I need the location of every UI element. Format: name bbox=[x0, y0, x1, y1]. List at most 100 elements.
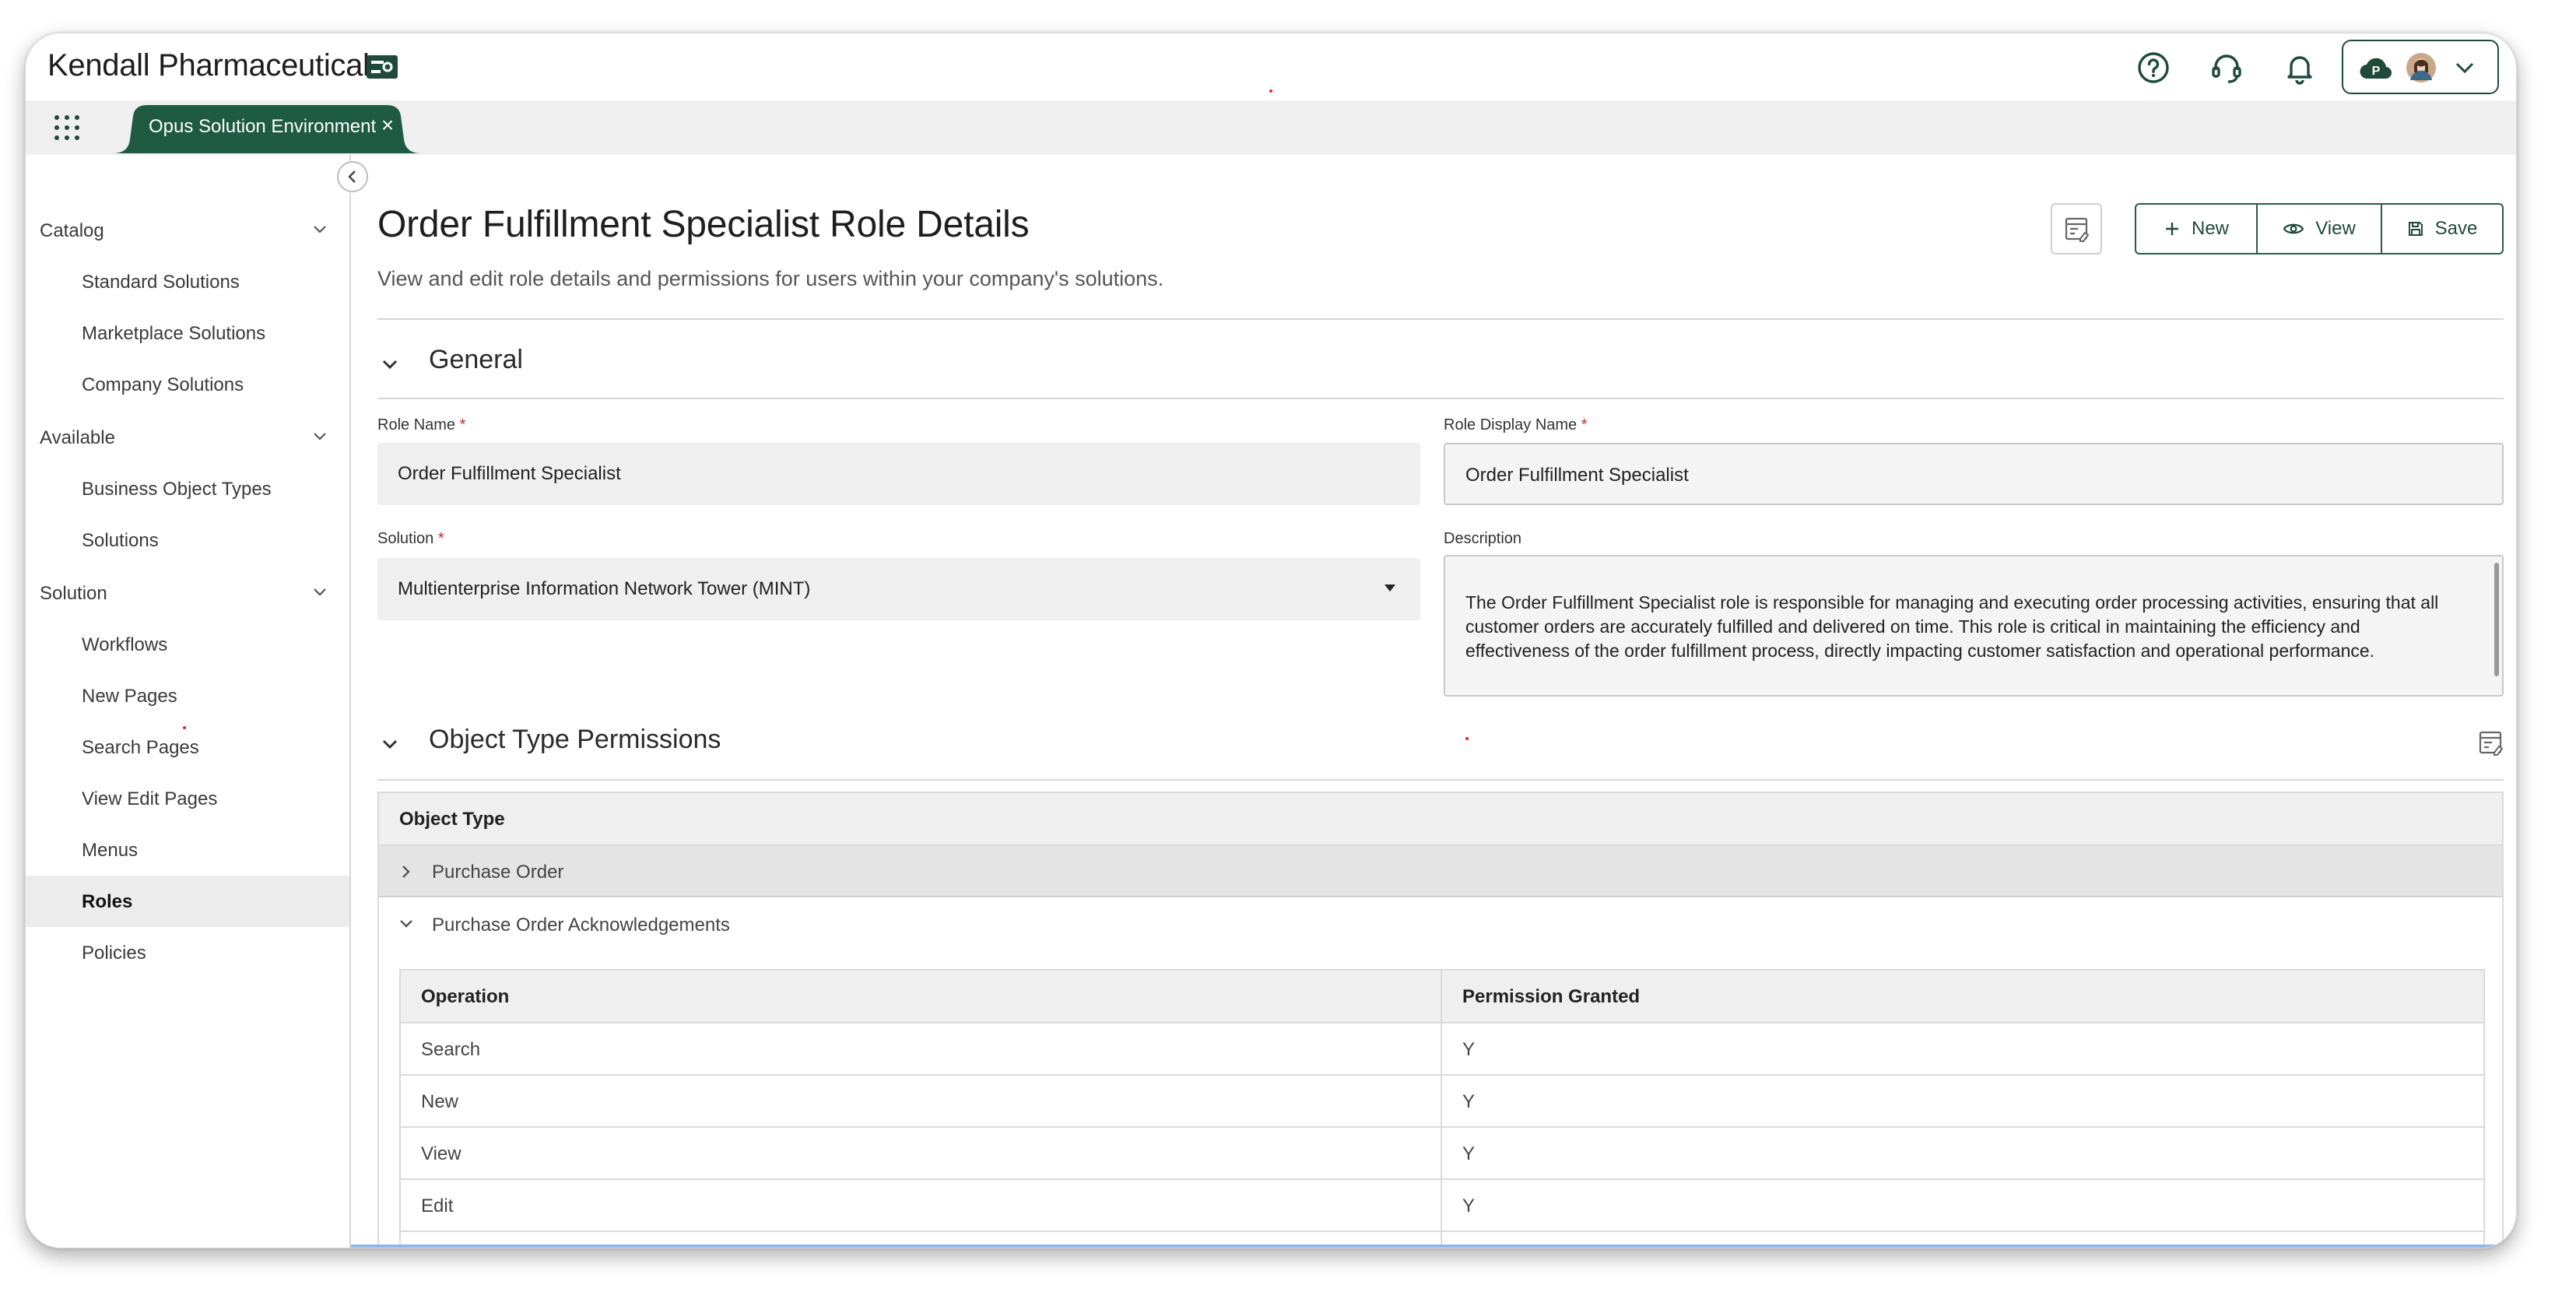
object-type-row-purchase-order[interactable]: Purchase Order bbox=[379, 846, 2502, 897]
layout-icon bbox=[2065, 217, 2090, 242]
table-header-row: Operation Permission Granted bbox=[401, 971, 2483, 1023]
sidebar-item-company-solutions[interactable]: Company Solutions bbox=[26, 359, 349, 410]
sidebar-item-label: Solutions bbox=[82, 530, 159, 551]
section-general-toggle[interactable]: General bbox=[377, 345, 689, 379]
tab-opus-solution-environment[interactable]: Opus Solution Environment × bbox=[113, 105, 421, 153]
brand-logo-icon bbox=[367, 55, 398, 79]
chevron-down-icon[interactable] bbox=[311, 583, 329, 602]
sidebar-collapse-button[interactable] bbox=[337, 161, 368, 192]
description-field[interactable]: The Order Fulfillment Specialist role is… bbox=[1444, 555, 2504, 697]
permission-cell: Y bbox=[1462, 1091, 1476, 1112]
app-window: Kendall Pharmaceuticals P Opus Solution … bbox=[25, 33, 2517, 1248]
column-header-permission-granted: Permission Granted bbox=[1462, 986, 1641, 1007]
role-name-label: Role Name * bbox=[377, 416, 466, 434]
column-header: Object Type bbox=[399, 809, 505, 830]
table-row[interactable]: Search Y bbox=[401, 1023, 2483, 1076]
operation-cell: Search bbox=[401, 1023, 1442, 1074]
chevron-down-icon bbox=[382, 739, 398, 750]
sidebar-item-marketplace-solutions[interactable]: Marketplace Solutions bbox=[26, 307, 349, 359]
sidebar-item-label: Roles bbox=[82, 891, 133, 912]
object-type-header: Object Type bbox=[379, 793, 2502, 846]
chevron-down-icon[interactable] bbox=[311, 220, 329, 239]
role-display-name-field[interactable]: Order Fulfillment Specialist bbox=[1444, 443, 2504, 505]
layout-icon[interactable] bbox=[2476, 728, 2507, 759]
view-button-label: View bbox=[2315, 218, 2356, 239]
object-type-label: Purchase Order Acknowledgements bbox=[432, 915, 730, 936]
chevron-down-icon bbox=[382, 360, 398, 370]
plus-icon bbox=[2165, 223, 2178, 235]
sidebar-item-label: Workflows bbox=[82, 634, 168, 655]
solution-select[interactable]: Multienterprise Information Network Towe… bbox=[377, 558, 1420, 620]
help-circle-icon[interactable] bbox=[2135, 49, 2172, 86]
sidebar-item-solutions[interactable]: Solutions bbox=[26, 514, 349, 566]
scrollbar[interactable] bbox=[2494, 563, 2499, 676]
caret-down-icon bbox=[1385, 585, 1395, 592]
indicator-dot bbox=[183, 726, 186, 729]
object-type-label: Purchase Order bbox=[432, 862, 564, 883]
bell-icon[interactable] bbox=[2281, 49, 2318, 86]
save-icon bbox=[2408, 222, 2423, 236]
sidebar-group-catalog[interactable]: Catalog bbox=[40, 220, 104, 242]
sidebar-item-standard-solutions[interactable]: Standard Solutions bbox=[26, 256, 349, 307]
app-launcher-icon[interactable] bbox=[52, 113, 82, 142]
headset-icon[interactable] bbox=[2208, 49, 2245, 86]
sidebar-item-label: Company Solutions bbox=[82, 374, 244, 395]
sidebar-item-search-pages[interactable]: Search Pages bbox=[26, 721, 349, 773]
object-type-table: Object Type Purchase Order Purchase Orde… bbox=[377, 792, 2504, 1248]
sidebar-item-business-object-types[interactable]: Business Object Types bbox=[26, 463, 349, 514]
sidebar: Catalog Standard Solutions Marketplace S… bbox=[26, 155, 351, 1248]
indicator-dot bbox=[1465, 737, 1469, 740]
new-button[interactable]: New bbox=[2136, 205, 2256, 253]
user-menu-button[interactable]: P bbox=[2342, 40, 2499, 94]
divider bbox=[377, 398, 2504, 399]
sidebar-group-solution[interactable]: Solution bbox=[40, 583, 107, 605]
solution-label: Solution * bbox=[377, 530, 444, 547]
section-permissions-toggle[interactable]: Object Type Permissions bbox=[377, 725, 922, 759]
sidebar-item-label: View Edit Pages bbox=[82, 788, 218, 809]
operation-cell: View bbox=[401, 1128, 1442, 1178]
bottom-edge bbox=[351, 1245, 2516, 1248]
sidebar-item-workflows[interactable]: Workflows bbox=[26, 619, 349, 670]
divider bbox=[377, 779, 2504, 781]
description-text: The Order Fulfillment Specialist role is… bbox=[1465, 592, 2439, 661]
sidebar-group-available[interactable]: Available bbox=[40, 427, 115, 449]
table-row[interactable]: View Y bbox=[401, 1128, 2483, 1180]
table-row[interactable]: New Y bbox=[401, 1076, 2483, 1128]
sidebar-item-roles[interactable]: Roles bbox=[26, 876, 349, 927]
tab-close-icon[interactable]: × bbox=[377, 113, 398, 138]
save-button-label: Save bbox=[2434, 218, 2478, 239]
role-name-field[interactable]: Order Fulfillment Specialist bbox=[377, 443, 1420, 505]
object-type-row-purchase-order-acknowledgements[interactable]: Purchase Order Acknowledgements bbox=[379, 899, 2502, 950]
sidebar-item-label: Search Pages bbox=[82, 737, 199, 758]
sidebar-item-policies[interactable]: Policies bbox=[26, 927, 349, 978]
permission-cell: Y bbox=[1462, 1143, 1476, 1164]
permission-cell: Y bbox=[1462, 1039, 1476, 1060]
tab-label: Opus Solution Environment bbox=[149, 116, 377, 137]
table-row[interactable]: Edit Y bbox=[401, 1180, 2483, 1232]
chevron-down-icon[interactable] bbox=[311, 427, 329, 446]
chevron-down-icon bbox=[400, 920, 412, 928]
main-content: Order Fulfillment Specialist Role Detail… bbox=[351, 155, 2516, 1248]
chevron-down-icon bbox=[2455, 62, 2474, 74]
role-display-name-label: Role Display Name * bbox=[1444, 416, 1588, 434]
sidebar-item-menus[interactable]: Menus bbox=[26, 824, 349, 876]
brand-name: Kendall Pharmaceuticals bbox=[47, 48, 385, 83]
sidebar-item-label: New Pages bbox=[82, 686, 177, 707]
view-button[interactable]: View bbox=[2256, 205, 2381, 253]
operation-cell: Edit bbox=[401, 1180, 1442, 1231]
avatar bbox=[2406, 53, 2436, 83]
sidebar-item-new-pages[interactable]: New Pages bbox=[26, 670, 349, 721]
page-title: Order Fulfillment Specialist Role Detail… bbox=[377, 204, 1030, 245]
permission-cell: Y bbox=[1462, 1195, 1476, 1216]
eye-icon bbox=[2283, 223, 2304, 234]
solution-select-value: Multienterprise Information Network Towe… bbox=[398, 578, 811, 599]
description-label: Description bbox=[1444, 530, 1522, 547]
page-subtitle: View and edit role details and permissio… bbox=[377, 267, 1164, 290]
layout-settings-button[interactable] bbox=[2051, 203, 2102, 255]
sidebar-item-view-edit-pages[interactable]: View Edit Pages bbox=[26, 773, 349, 824]
sidebar-item-label: Business Object Types bbox=[82, 479, 272, 500]
save-button[interactable]: Save bbox=[2381, 205, 2502, 253]
section-title-general: General bbox=[429, 345, 523, 374]
chevron-right-icon bbox=[402, 865, 410, 878]
new-button-label: New bbox=[2191, 218, 2229, 239]
